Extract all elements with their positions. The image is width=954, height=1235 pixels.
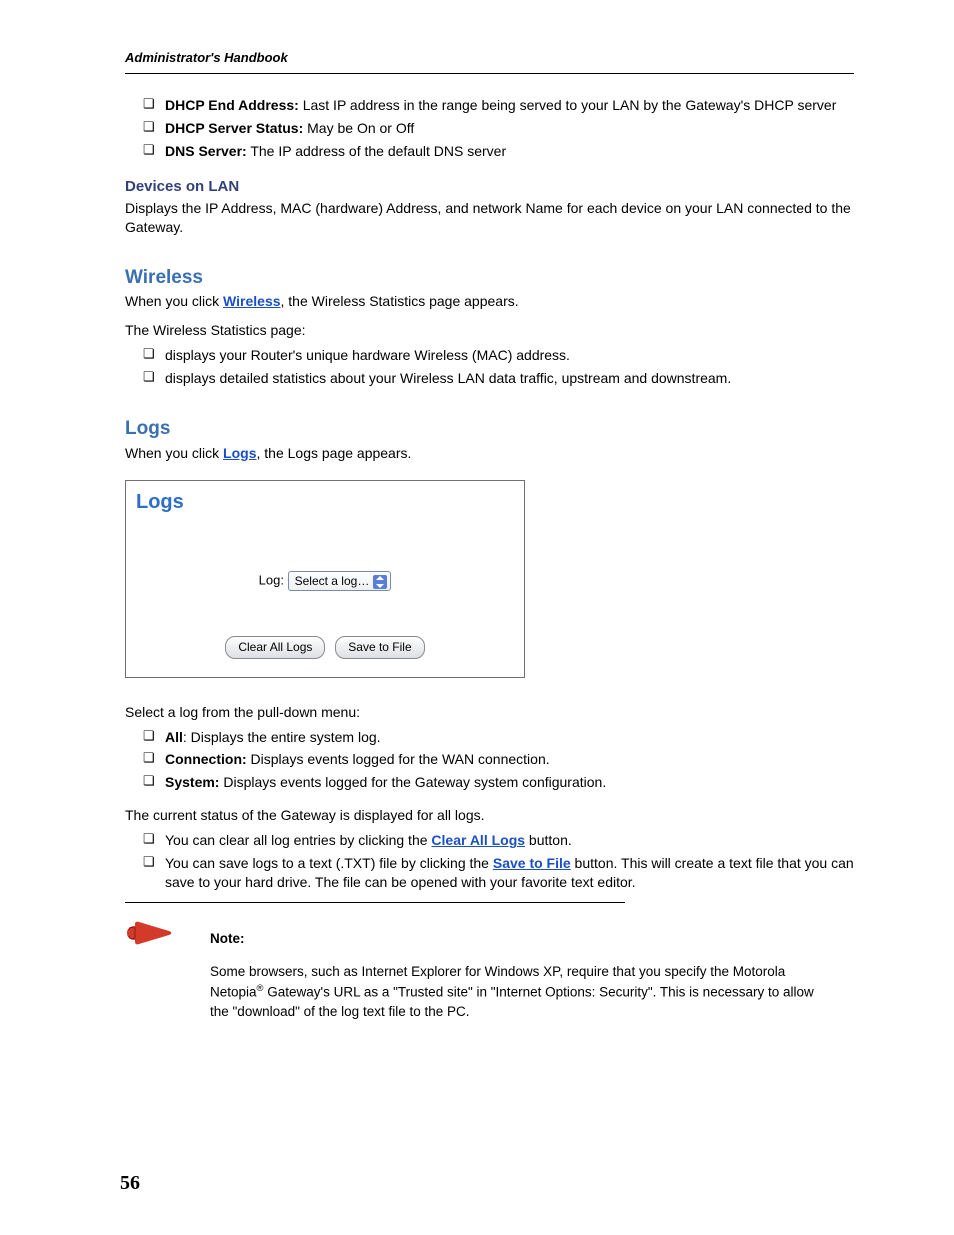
list-item: displays detailed statistics about your … xyxy=(143,369,854,388)
logs-panel: Logs Log: Select a log… Clear All Logs S… xyxy=(125,480,525,677)
log-select-label: Log: xyxy=(259,573,284,588)
list-item: DNS Server: The IP address of the defaul… xyxy=(143,142,854,161)
header-rule xyxy=(125,73,854,74)
note-rule xyxy=(125,902,625,915)
pointing-hand-icon xyxy=(125,915,185,953)
list-item: displays your Router's unique hardware W… xyxy=(143,346,854,365)
devices-heading: Devices on LAN xyxy=(125,177,854,197)
list-item: System: Displays events logged for the G… xyxy=(143,773,854,792)
note-text: Some browsers, such as Internet Explorer… xyxy=(210,962,820,1021)
logs-intro: When you click Logs, the Logs page appea… xyxy=(125,444,854,463)
logs-link[interactable]: Logs xyxy=(223,445,256,461)
running-header: Administrator's Handbook xyxy=(125,50,854,65)
wireless-line2: The Wireless Statistics page: xyxy=(125,321,854,340)
log-select[interactable]: Select a log… xyxy=(288,571,392,591)
dropdown-caret-icon xyxy=(373,575,387,589)
list-item: DHCP Server Status: May be On or Off xyxy=(143,119,854,138)
logs-options: All: Displays the entire system log. Con… xyxy=(125,728,854,793)
logs-panel-title: Logs xyxy=(136,489,514,516)
clear-all-logs-button[interactable]: Clear All Logs xyxy=(225,636,325,658)
list-item: All: Displays the entire system log. xyxy=(143,728,854,747)
logs-postline: Select a log from the pull-down menu: xyxy=(125,703,854,722)
logs-heading: Logs xyxy=(125,416,854,442)
save-to-file-link[interactable]: Save to File xyxy=(493,855,571,871)
list-item: You can save logs to a text (.TXT) file … xyxy=(143,854,854,892)
wireless-intro: When you click Wireless, the Wireless St… xyxy=(125,292,854,311)
list-item: You can clear all log entries by clickin… xyxy=(143,831,854,850)
logs-status-line: The current status of the Gateway is dis… xyxy=(125,806,854,825)
save-to-file-button[interactable]: Save to File xyxy=(335,636,424,658)
note-label: Note: xyxy=(210,929,820,949)
page-number: 56 xyxy=(120,1172,140,1195)
wireless-link[interactable]: Wireless xyxy=(223,293,280,309)
clear-all-logs-link[interactable]: Clear All Logs xyxy=(431,832,525,848)
devices-text: Displays the IP Address, MAC (hardware) … xyxy=(125,199,854,237)
wireless-bullets: displays your Router's unique hardware W… xyxy=(125,346,854,388)
logs-action-bullets: You can clear all log entries by clickin… xyxy=(125,831,854,892)
wireless-heading: Wireless xyxy=(125,265,854,291)
list-item: Connection: Displays events logged for t… xyxy=(143,750,854,769)
list-item: DHCP End Address: Last IP address in the… xyxy=(143,96,854,115)
top-list: DHCP End Address: Last IP address in the… xyxy=(125,96,854,161)
